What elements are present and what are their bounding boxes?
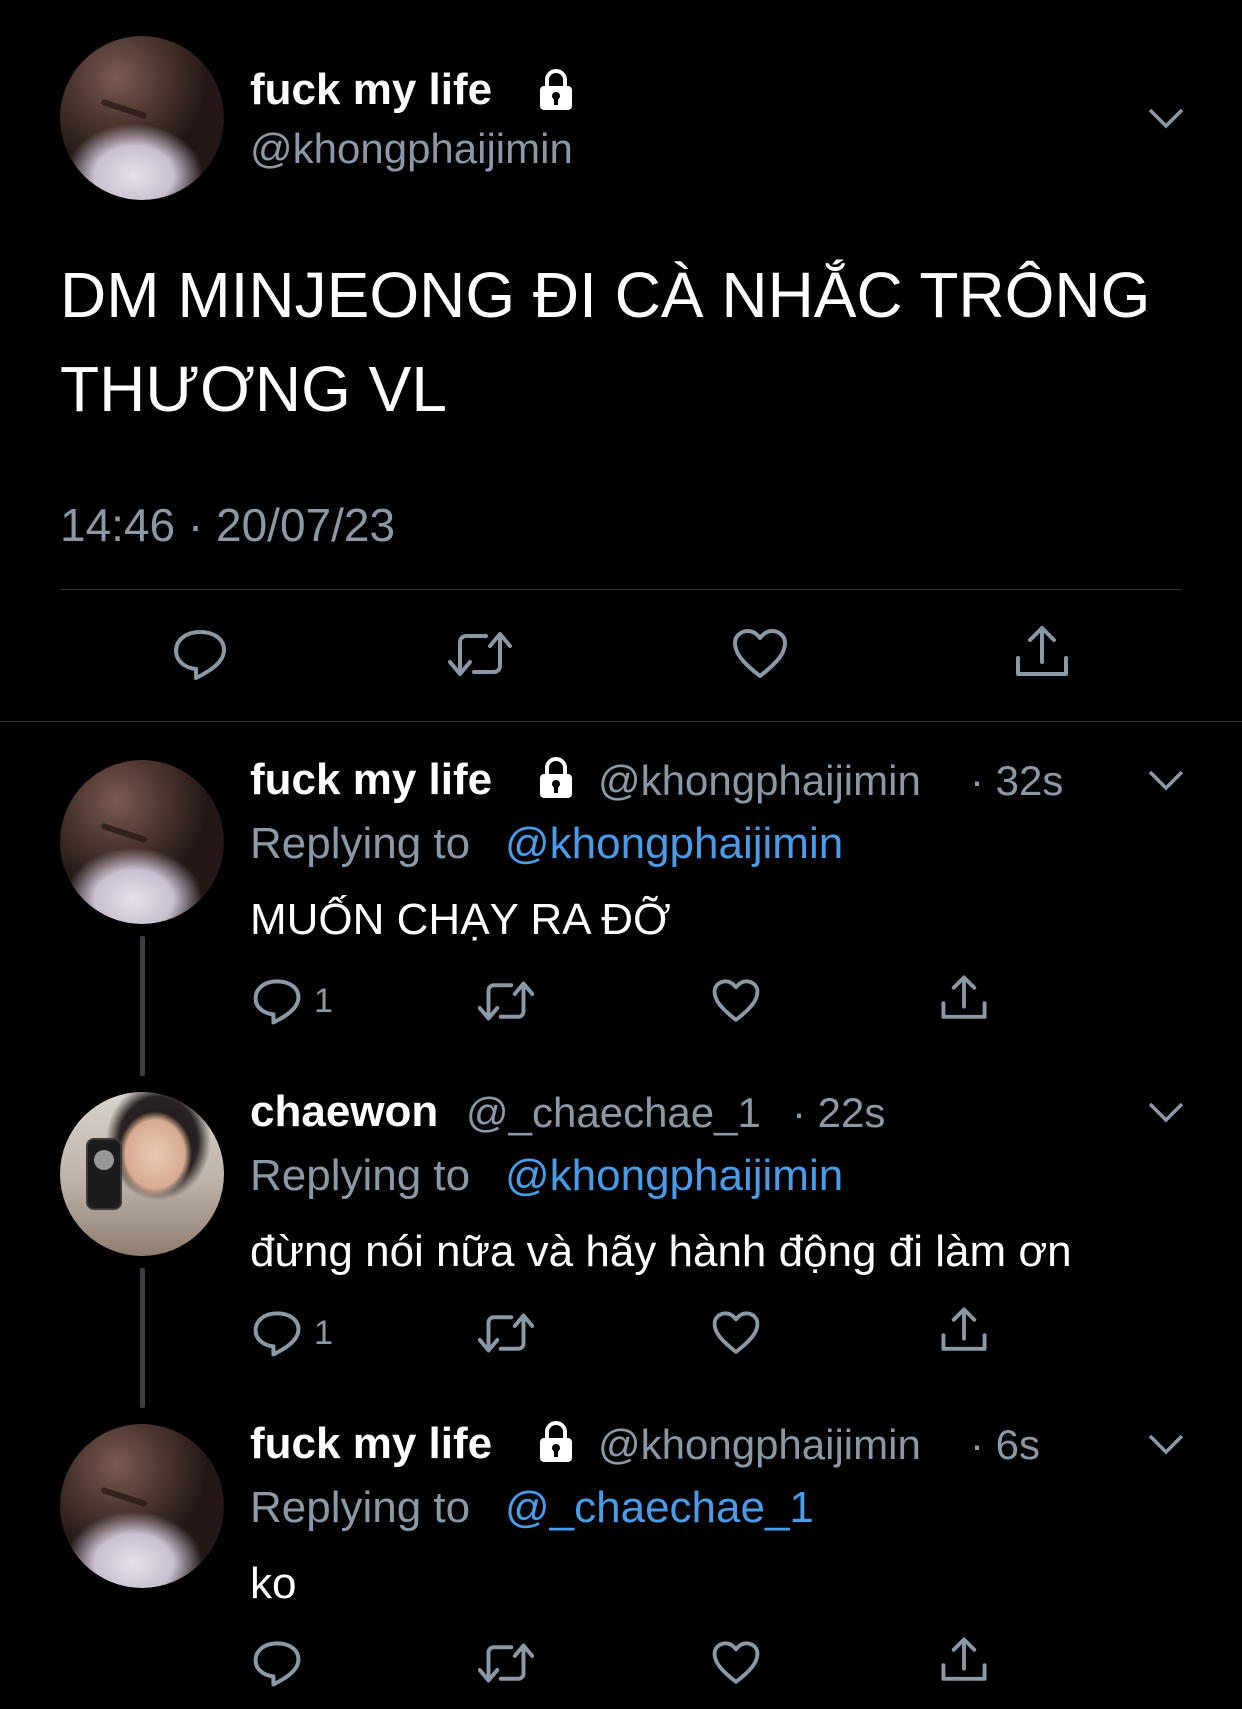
- user-handle[interactable]: @khongphaijimin: [598, 1424, 921, 1466]
- thread-connector: [140, 936, 145, 1076]
- lock-icon: [536, 1420, 576, 1464]
- reply-icon[interactable]: [252, 976, 302, 1026]
- avatar[interactable]: [60, 1424, 224, 1588]
- tweet-thread-view: fuck my life @khongphaijimin DM MINJEONG…: [0, 0, 1242, 1709]
- reply-icon[interactable]: [252, 1638, 302, 1688]
- share-icon[interactable]: [1014, 624, 1070, 680]
- retweet-icon[interactable]: [478, 1640, 534, 1686]
- reply-count: 1: [314, 982, 333, 1020]
- chevron-down-icon[interactable]: [1146, 1100, 1186, 1124]
- display-name[interactable]: chaewon: [250, 1090, 438, 1134]
- display-name[interactable]: fuck my life: [250, 68, 492, 112]
- share-icon[interactable]: [940, 1636, 988, 1684]
- reply-text: ko: [250, 1559, 297, 1608]
- reply-text: MUỐN CHẠY RA ĐỠ: [250, 895, 671, 944]
- reply-icon[interactable]: [172, 626, 228, 682]
- replying-to-label: Replying to: [250, 1151, 471, 1200]
- tweet-text: DM MINJEONG ĐI CÀ NHẮC TRÔNG THƯƠNG VL: [60, 259, 1151, 425]
- heart-icon[interactable]: [712, 1310, 760, 1356]
- replying-to-link[interactable]: @khongphaijimin: [505, 1154, 843, 1198]
- reply-text: đừng nói nữa và hãy hành động đi làm ơn: [250, 1227, 1072, 1276]
- tweet-age: · 6s: [970, 1421, 1041, 1468]
- replying-to-link[interactable]: @khongphaijimin: [505, 822, 843, 866]
- replying-to-label: Replying to: [250, 819, 471, 868]
- tweet-age: · 22s: [792, 1089, 886, 1136]
- divider: [60, 589, 1182, 590]
- retweet-icon[interactable]: [478, 1310, 534, 1356]
- avatar[interactable]: [60, 36, 224, 200]
- reply-icon[interactable]: [252, 1308, 302, 1358]
- user-handle[interactable]: @khongphaijimin: [598, 760, 921, 802]
- user-handle[interactable]: @_chaechae_1: [466, 1092, 761, 1134]
- lock-icon: [536, 68, 576, 112]
- lock-icon: [536, 756, 576, 800]
- divider: [0, 721, 1242, 722]
- share-icon[interactable]: [940, 1306, 988, 1354]
- display-name[interactable]: fuck my life: [250, 1422, 492, 1466]
- chevron-down-icon[interactable]: [1146, 1432, 1186, 1456]
- tweet-timestamp[interactable]: 14:46 · 20/07/23: [60, 502, 395, 548]
- replying-to-label: Replying to: [250, 1483, 471, 1532]
- chevron-down-icon[interactable]: [1146, 106, 1186, 130]
- user-handle[interactable]: @khongphaijimin: [250, 128, 573, 170]
- retweet-icon[interactable]: [448, 628, 512, 680]
- heart-icon[interactable]: [712, 1640, 760, 1686]
- heart-icon[interactable]: [732, 628, 788, 680]
- tweet-age: · 32s: [970, 757, 1064, 804]
- avatar[interactable]: [60, 760, 224, 924]
- thread-connector: [140, 1268, 145, 1408]
- retweet-icon[interactable]: [478, 978, 534, 1024]
- chevron-down-icon[interactable]: [1146, 768, 1186, 792]
- reply-count: 1: [314, 1314, 333, 1352]
- avatar[interactable]: [60, 1092, 224, 1256]
- display-name[interactable]: fuck my life: [250, 758, 492, 802]
- avatar-phone: [86, 1138, 122, 1210]
- share-icon[interactable]: [940, 974, 988, 1022]
- replying-to-link[interactable]: @_chaechae_1: [505, 1486, 814, 1530]
- heart-icon[interactable]: [712, 978, 760, 1024]
